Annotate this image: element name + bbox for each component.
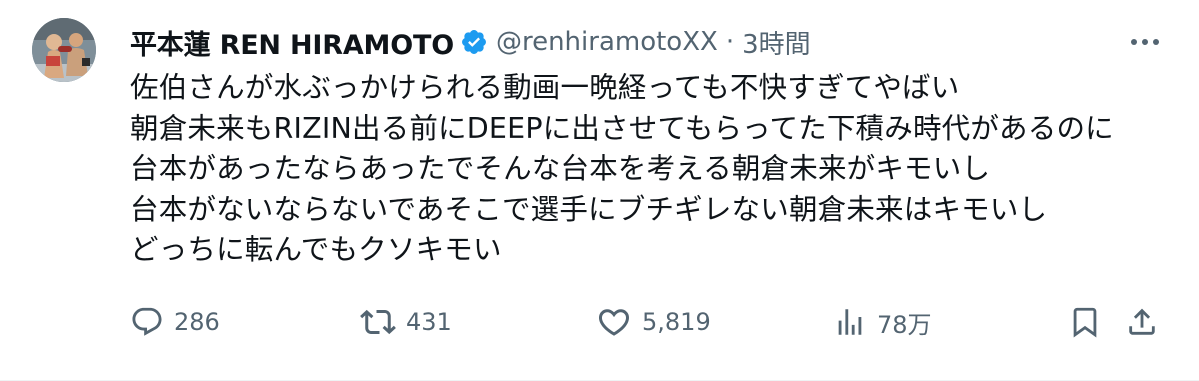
reply-count: 286: [174, 308, 220, 336]
verified-badge-icon: [460, 28, 488, 56]
views-count: 78万: [877, 310, 932, 339]
tweet-card[interactable]: 平本蓮 REN HIRAMOTO @renhiramotoXX · 3時間 佐伯…: [0, 0, 1199, 381]
tweet-body-line: 台本がないならないであそこで選手にブチギレない朝倉未来はキモいし: [130, 192, 1048, 226]
tweet-body: 佐伯さんが水ぶっかけられる動画一晩経っても不快すぎてやばい 朝倉未来もRIZIN…: [130, 68, 1180, 271]
heart-icon: [598, 309, 630, 336]
separator-dot: ·: [725, 27, 735, 57]
tweet-body-line: どっちに転んでもクソキモい: [130, 233, 502, 266]
more-dots-icon: [1131, 39, 1159, 45]
avatar-image: [32, 18, 96, 82]
views-icon: [838, 309, 862, 335]
like-count: 5,819: [642, 308, 711, 336]
author-handle[interactable]: @renhiramotoXX: [496, 27, 718, 57]
tweet-header: 平本蓮 REN HIRAMOTO @renhiramotoXX · 3時間: [130, 20, 811, 64]
avatar[interactable]: [32, 18, 96, 82]
reply-button[interactable]: 286: [130, 297, 220, 347]
bookmark-icon: [1073, 307, 1097, 338]
share-button[interactable]: [1125, 297, 1159, 347]
tweet-action-bar: 286 431 5,819 78万: [130, 297, 1170, 347]
reply-icon: [132, 307, 162, 336]
views-button[interactable]: 78万: [833, 297, 932, 347]
author-display-name[interactable]: 平本蓮 REN HIRAMOTO: [130, 23, 454, 62]
more-options-button[interactable]: [1127, 27, 1163, 57]
bookmark-button[interactable]: [1068, 297, 1102, 347]
tweet-timestamp[interactable]: 3時間: [742, 24, 811, 61]
tweet-body-line: 台本があったならあったでそんな台本を考える朝倉未来がキモいし: [130, 152, 991, 185]
retweet-button[interactable]: 431: [360, 297, 452, 347]
share-icon: [1129, 308, 1155, 335]
like-button[interactable]: 5,819: [596, 297, 711, 347]
retweet-icon: [360, 309, 396, 335]
tweet-body-line: 佐伯さんが水ぶっかけられる動画一晩経っても不快すぎてやばい: [130, 71, 960, 104]
retweet-count: 431: [406, 308, 452, 336]
tweet-body-line: 朝倉未来もRIZIN出る前にDEEPに出させてもらってた下積み時代があるのに: [130, 111, 1114, 145]
